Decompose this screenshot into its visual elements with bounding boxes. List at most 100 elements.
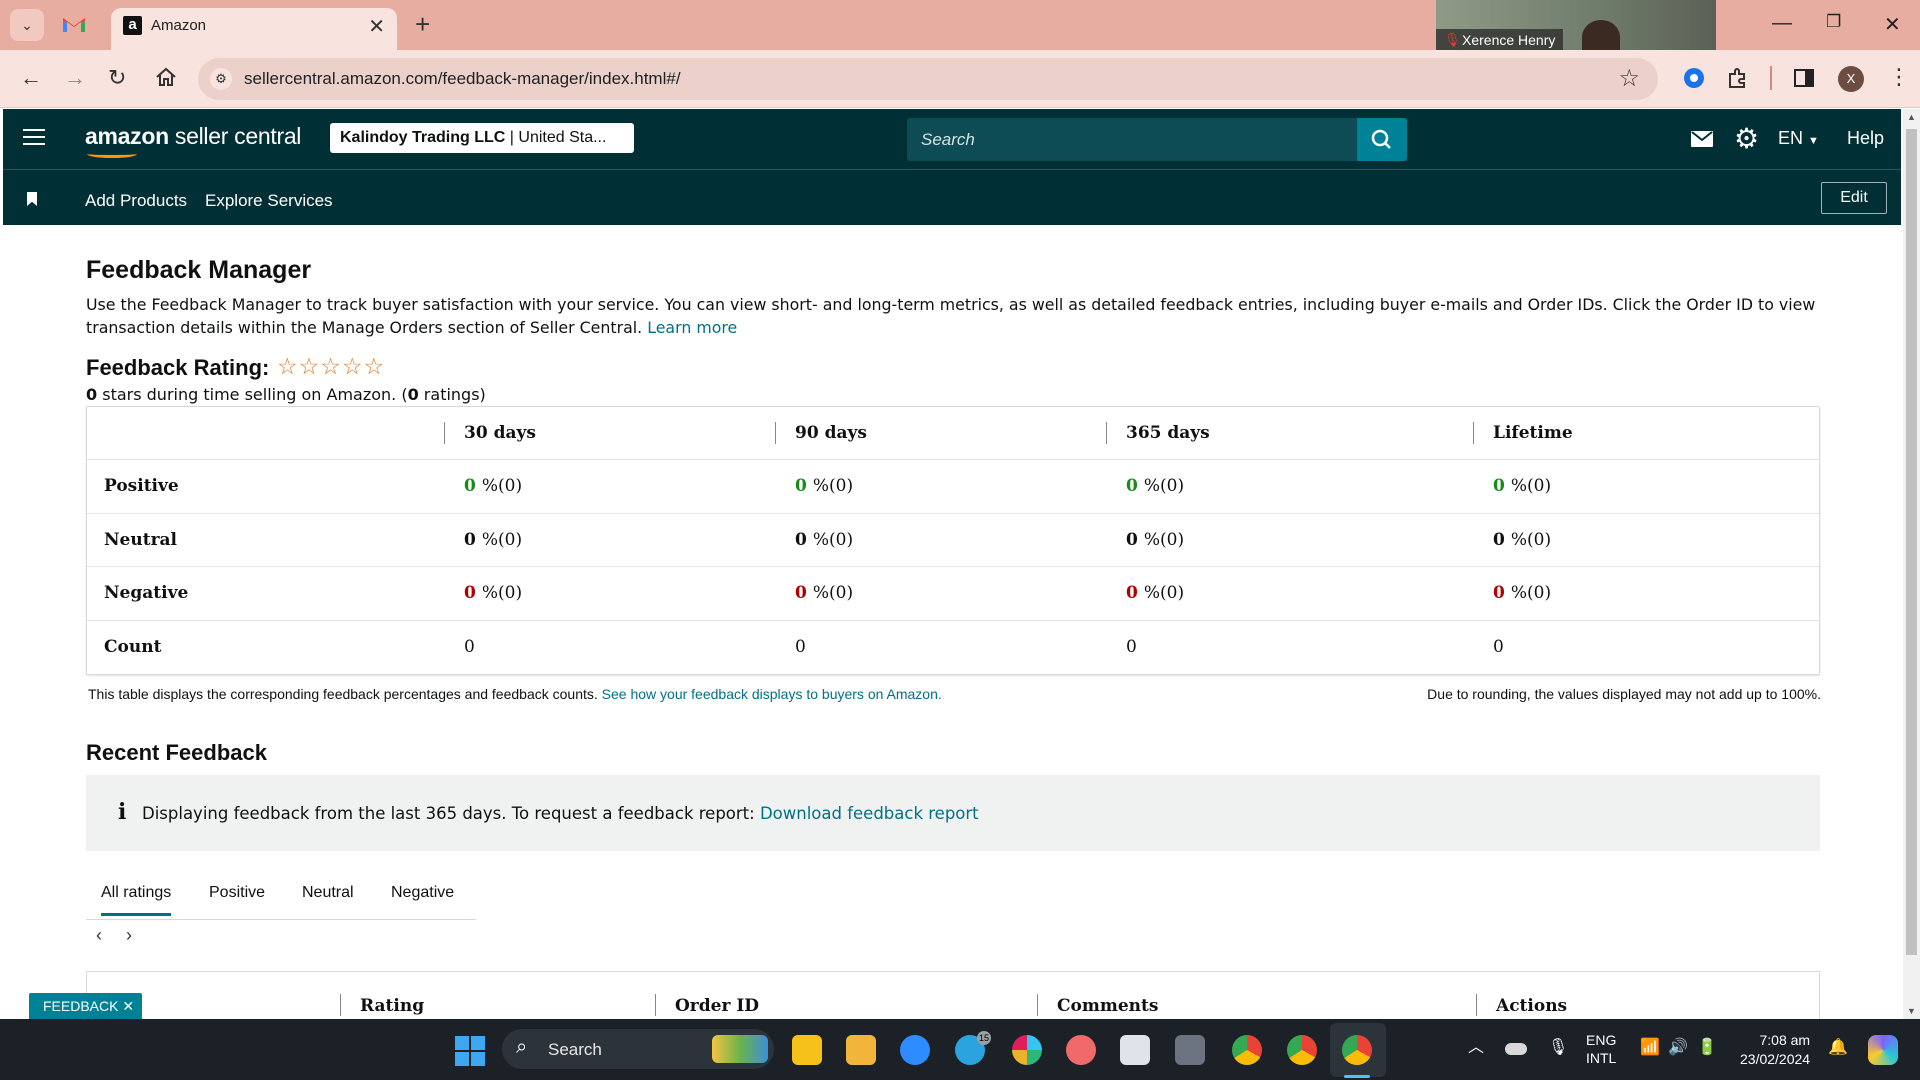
chevron-left-icon[interactable]: ‹ xyxy=(96,925,102,946)
notifications-bell-icon[interactable]: 🔔 xyxy=(1828,1039,1848,1057)
help-link[interactable]: Help xyxy=(1847,128,1884,149)
slack-icon[interactable] xyxy=(1012,1035,1042,1065)
page-title: Feedback Manager xyxy=(86,256,312,284)
store-name: Kalindoy Trading LLC xyxy=(340,129,506,146)
chrome-icon[interactable] xyxy=(1287,1035,1317,1065)
hamburger-menu-icon[interactable] xyxy=(23,129,45,147)
tab-neutral[interactable]: Neutral xyxy=(302,884,354,902)
settings-gear-icon[interactable]: ⚙ xyxy=(1734,125,1759,153)
onedrive-icon[interactable] xyxy=(1505,1043,1527,1055)
tab-all-ratings[interactable]: All ratings xyxy=(101,884,172,916)
file-explorer-icon[interactable] xyxy=(846,1035,876,1065)
cell-suffix: %(0) xyxy=(812,529,854,550)
tray-overflow-icon[interactable]: ︿ xyxy=(1468,1039,1484,1057)
row-label: Count xyxy=(104,637,162,658)
download-report-link[interactable]: Download feedback report xyxy=(760,804,979,823)
site-info-icon[interactable]: ⚙ xyxy=(210,68,232,90)
restore-icon[interactable]: ❐ xyxy=(1826,12,1841,32)
search-button[interactable] xyxy=(1357,118,1407,161)
tab-positive[interactable]: Positive xyxy=(209,884,265,902)
rounding-note: Due to rounding, the values displayed ma… xyxy=(1427,686,1821,702)
column-header-comments[interactable]: Comments xyxy=(1057,996,1158,1016)
search-input[interactable]: Search xyxy=(907,118,1361,161)
asana-icon[interactable] xyxy=(1066,1035,1096,1065)
search-icon xyxy=(1371,129,1391,149)
bookmark-star-icon[interactable]: ☆ xyxy=(1618,64,1640,93)
tab-search-button[interactable]: ⌄ xyxy=(10,9,44,41)
table-row-count: Count 0 0 0 0 xyxy=(87,621,1819,675)
reload-icon[interactable]: ↻ xyxy=(108,64,126,92)
clock[interactable]: 7:08 am 23/02/2024 xyxy=(1740,1031,1810,1069)
negative-value: 0 xyxy=(1493,583,1505,604)
column-header-order-id[interactable]: Order ID xyxy=(675,996,759,1016)
page-scrollbar[interactable]: ▲ ▼ xyxy=(1903,109,1920,1019)
copilot-icon[interactable] xyxy=(1868,1035,1898,1065)
calculator-icon[interactable] xyxy=(1175,1035,1205,1065)
add-products-link[interactable]: Add Products xyxy=(85,191,187,211)
wifi-icon[interactable]: 📶 xyxy=(1640,1039,1660,1057)
table-cell: 0 %(0) xyxy=(795,567,853,620)
battery-icon[interactable]: 🔋 xyxy=(1697,1039,1717,1057)
table-row-negative: Negative 0 %(0) 0 %(0) 0 %(0) 0 %(0) xyxy=(87,567,1819,621)
forward-icon[interactable]: → xyxy=(64,64,86,92)
volume-icon[interactable]: 🔊 xyxy=(1668,1039,1688,1057)
feedback-rating-label: Feedback Rating: xyxy=(86,355,270,380)
seller-central-header: amazon seller central Kalindoy Trading L… xyxy=(3,109,1901,169)
column-header-rating[interactable]: Rating xyxy=(360,996,424,1016)
mail-icon[interactable] xyxy=(1691,131,1713,147)
cell-suffix: %(0) xyxy=(1510,476,1552,497)
language-selector[interactable]: EN ▼ xyxy=(1778,128,1819,149)
sticky-notes-icon[interactable] xyxy=(792,1035,822,1065)
close-tab-icon[interactable]: ✕ xyxy=(368,14,385,39)
lang-bottom: INTL xyxy=(1586,1050,1617,1066)
table-row-neutral: Neutral 0 %(0) 0 %(0) 0 %(0) 0 %(0) xyxy=(87,514,1819,567)
explore-services-link[interactable]: Explore Services xyxy=(205,191,333,211)
home-icon[interactable] xyxy=(155,67,177,87)
scrollbar-thumb[interactable] xyxy=(1906,129,1917,955)
address-bar[interactable]: ⚙ sellercentral.amazon.com/feedback-mana… xyxy=(198,58,1658,100)
column-divider xyxy=(775,422,776,444)
neutral-value: 0 xyxy=(1493,529,1505,550)
windows-start-icon[interactable] xyxy=(455,1036,485,1066)
cell-suffix: %(0) xyxy=(481,529,523,550)
positive-value: 0 xyxy=(1126,476,1138,497)
url-text[interactable]: sellercentral.amazon.com/feedback-manage… xyxy=(244,69,681,89)
scroll-down-icon[interactable]: ▼ xyxy=(1907,1006,1916,1016)
taskbar-search[interactable]: ⌕ Search xyxy=(502,1029,774,1069)
close-window-icon[interactable]: ✕ xyxy=(1884,12,1901,37)
browser-toolbar: ← → ↻ ⚙ sellercentral.amazon.com/feedbac… xyxy=(0,50,1920,108)
scroll-up-icon[interactable]: ▲ xyxy=(1907,112,1916,122)
new-tab-button[interactable]: + xyxy=(415,10,430,38)
table-cell: 0 %(0) xyxy=(464,460,522,513)
edit-button[interactable]: Edit xyxy=(1821,182,1887,214)
chrome-icon[interactable] xyxy=(1232,1035,1262,1065)
extension-blue-icon[interactable] xyxy=(1682,66,1706,90)
minimize-icon[interactable]: — xyxy=(1772,12,1792,35)
profile-avatar[interactable]: X xyxy=(1838,66,1864,92)
cell-suffix: %(0) xyxy=(481,476,523,497)
cell-suffix: %(0) xyxy=(1143,476,1185,497)
back-icon[interactable]: ← xyxy=(20,64,42,92)
gmail-tab-icon[interactable] xyxy=(62,14,86,34)
column-header-actions[interactable]: Actions xyxy=(1496,996,1567,1016)
tab-negative[interactable]: Negative xyxy=(391,884,454,902)
rating-filter-tabs: All ratings Positive Neutral Negative xyxy=(86,868,476,920)
microphone-icon[interactable]: 🎙 xyxy=(1548,1039,1568,1057)
extensions-puzzle-icon[interactable] xyxy=(1726,66,1750,90)
snipping-tool-icon[interactable] xyxy=(1120,1035,1150,1065)
zoom-icon[interactable] xyxy=(900,1035,930,1065)
store-selector[interactable]: Kalindoy Trading LLC | United Sta... xyxy=(330,123,634,153)
language-indicator[interactable]: ENG INTL xyxy=(1586,1031,1616,1067)
seller-central-logo[interactable]: amazon seller central xyxy=(85,123,301,158)
buyer-display-link[interactable]: See how your feedback displays to buyers… xyxy=(602,686,942,702)
zoom-video-thumbnail[interactable]: Xerence Henry 🎙 xyxy=(1436,0,1716,52)
learn-more-link[interactable]: Learn more xyxy=(647,318,737,337)
browser-menu-icon[interactable]: ⋮ xyxy=(1888,64,1910,90)
side-panel-icon[interactable] xyxy=(1792,66,1816,90)
chrome-active-icon[interactable] xyxy=(1342,1035,1372,1065)
column-header: 365 days xyxy=(1126,423,1210,443)
bookmark-icon[interactable] xyxy=(27,192,37,206)
chevron-right-icon[interactable]: › xyxy=(126,925,132,946)
tab-amazon[interactable]: a Amazon ✕ xyxy=(111,8,397,50)
feedback-button[interactable]: FEEDBACK ✕ xyxy=(29,993,142,1019)
